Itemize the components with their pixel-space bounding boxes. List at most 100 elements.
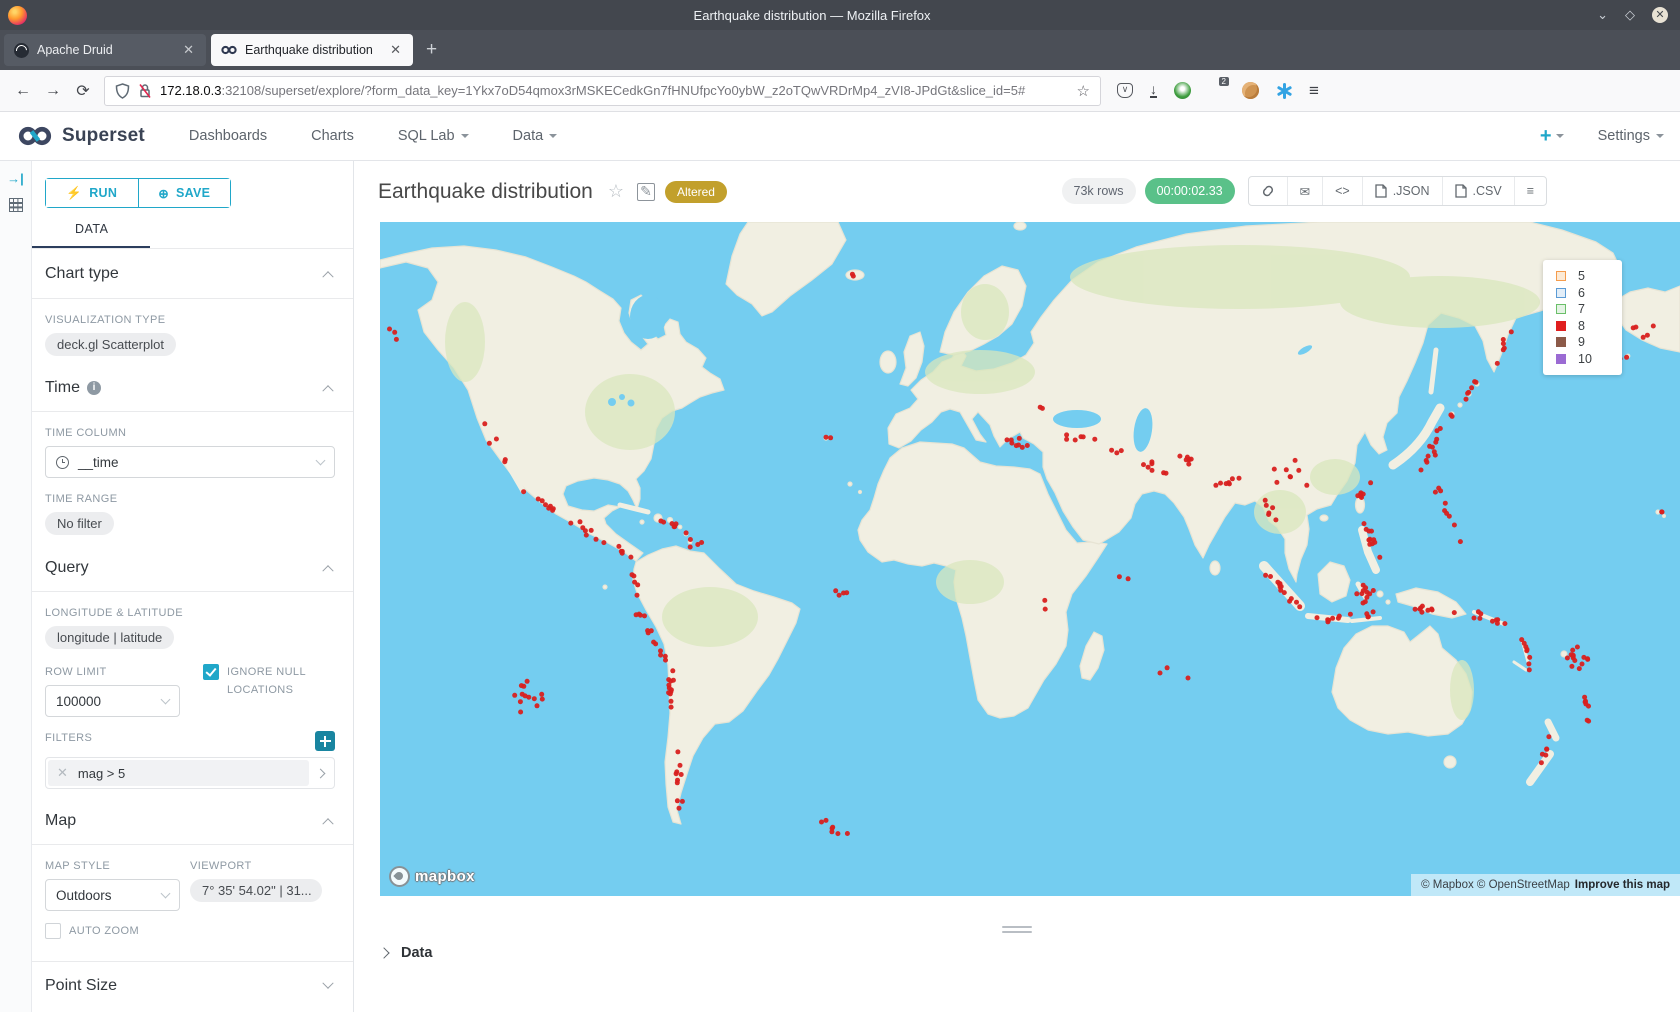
mapbox-icon bbox=[389, 866, 410, 887]
window-close-icon[interactable]: ✕ bbox=[1652, 7, 1668, 23]
nav-item-charts[interactable]: Charts bbox=[311, 128, 354, 144]
section-map[interactable]: Map bbox=[45, 812, 332, 830]
insecure-lock-icon[interactable] bbox=[138, 83, 152, 99]
section-chart-type[interactable]: Chart type bbox=[45, 265, 332, 283]
edit-properties-icon[interactable]: ✎ bbox=[637, 183, 655, 201]
section-point-size[interactable]: Point Size bbox=[45, 977, 332, 995]
file-icon bbox=[1375, 184, 1387, 198]
chevron-up-icon bbox=[322, 818, 333, 829]
mapbox-logo[interactable]: mapbox bbox=[389, 866, 475, 887]
chart-actions: ✉ <> .JSON .CSV ≡ bbox=[1248, 176, 1547, 206]
bookmark-star-icon[interactable]: ☆ bbox=[1077, 82, 1090, 100]
add-new-button[interactable]: + bbox=[1540, 125, 1564, 148]
legend-item[interactable]: 7 bbox=[1556, 301, 1622, 318]
export-csv-button[interactable]: .CSV bbox=[1442, 177, 1514, 205]
export-json-button[interactable]: .JSON bbox=[1362, 177, 1442, 205]
chevron-down-icon bbox=[1656, 134, 1664, 142]
lonlat-pill[interactable]: longitude | latitude bbox=[45, 626, 174, 649]
privacy-badger-icon[interactable] bbox=[1174, 82, 1191, 99]
filter-item[interactable]: ✕ mag > 5 bbox=[45, 757, 335, 789]
new-tab-button[interactable]: + bbox=[426, 39, 437, 61]
legend-item[interactable]: 8 bbox=[1556, 318, 1622, 335]
ublock-icon[interactable]: 2 bbox=[1208, 82, 1225, 99]
map-canvas bbox=[380, 222, 1680, 896]
chevron-down-icon bbox=[316, 456, 326, 466]
time-column-select[interactable]: __time bbox=[45, 446, 335, 478]
extension-star-icon[interactable] bbox=[1276, 83, 1292, 99]
legend-swatch-icon bbox=[1556, 354, 1566, 364]
time-range-pill[interactable]: No filter bbox=[45, 512, 114, 535]
superset-navbar: Superset Dashboards Charts SQL Lab Data … bbox=[0, 112, 1680, 161]
data-panel-toggle[interactable]: Data bbox=[380, 945, 1680, 961]
tab-data[interactable]: DATA bbox=[75, 222, 334, 236]
panel-resize-handle[interactable] bbox=[1002, 926, 1032, 933]
tab-close-icon[interactable]: ✕ bbox=[181, 42, 196, 58]
nav-item-dashboards[interactable]: Dashboards bbox=[189, 128, 267, 144]
legend-swatch-icon bbox=[1556, 271, 1566, 281]
tab-apache-druid[interactable]: Apache Druid ✕ bbox=[4, 34, 206, 66]
legend-item[interactable]: 10 bbox=[1556, 351, 1622, 368]
map-style-select[interactable]: Outdoors bbox=[45, 879, 180, 911]
chart-header: Earthquake distribution ☆ ✎ Altered 73k … bbox=[354, 161, 1680, 222]
viewport-pill[interactable]: 7° 35' 54.02" | 31... bbox=[190, 879, 322, 902]
plus-circle-icon: ⊕ bbox=[158, 186, 169, 201]
tab-close-icon[interactable]: ✕ bbox=[388, 42, 403, 58]
nav-item-sql-lab[interactable]: SQL Lab bbox=[398, 128, 469, 144]
map-attribution: © Mapbox © OpenStreetMap Improve this ma… bbox=[1411, 874, 1680, 896]
back-button[interactable]: ← bbox=[8, 82, 38, 100]
pocket-icon[interactable]: ∨ bbox=[1117, 83, 1133, 98]
chevron-down-icon bbox=[161, 695, 171, 705]
section-query[interactable]: Query bbox=[45, 559, 332, 577]
legend-item[interactable]: 5 bbox=[1556, 268, 1622, 285]
row-limit-select[interactable]: 100000 bbox=[45, 685, 180, 717]
collapse-panel-icon[interactable]: →| bbox=[7, 171, 24, 186]
legend-label: 5 bbox=[1578, 269, 1585, 283]
window-minimize-icon[interactable]: ⌄ bbox=[1597, 7, 1608, 23]
email-button[interactable]: ✉ bbox=[1287, 177, 1322, 205]
tracking-shield-icon[interactable] bbox=[115, 83, 130, 99]
bolt-icon: ⚡ bbox=[66, 186, 82, 201]
legend-label: 9 bbox=[1578, 335, 1585, 349]
firefox-logo-icon bbox=[8, 6, 27, 25]
section-time[interactable]: Timei bbox=[45, 379, 332, 397]
url-bar[interactable]: 172.18.0.3:32108/superset/explore/?form_… bbox=[104, 76, 1101, 106]
chevron-right-icon[interactable] bbox=[316, 768, 326, 778]
chevron-down-icon bbox=[322, 978, 333, 989]
ignore-null-checkbox[interactable] bbox=[203, 664, 219, 680]
favorite-star-icon[interactable]: ☆ bbox=[608, 181, 624, 202]
map-style-label: MAP STYLE bbox=[45, 860, 190, 872]
auto-zoom-checkbox[interactable] bbox=[45, 923, 61, 939]
remove-filter-icon[interactable]: ✕ bbox=[57, 765, 68, 781]
cookie-extension-icon[interactable] bbox=[1242, 82, 1259, 99]
chart-title: Earthquake distribution bbox=[378, 180, 593, 204]
legend-label: 6 bbox=[1578, 286, 1585, 300]
downloads-icon[interactable]: ↓ bbox=[1150, 83, 1157, 98]
run-button[interactable]: ⚡RUN bbox=[46, 179, 138, 207]
nav-item-data[interactable]: Data bbox=[513, 128, 558, 144]
window-maximize-icon[interactable]: ◇ bbox=[1625, 7, 1635, 23]
settings-menu[interactable]: Settings bbox=[1598, 128, 1664, 144]
row-limit-label: ROW LIMIT bbox=[45, 666, 203, 678]
embed-code-button[interactable]: <> bbox=[1322, 177, 1362, 205]
copy-link-button[interactable] bbox=[1249, 177, 1287, 205]
tab-earthquake-distribution[interactable]: Earthquake distribution ✕ bbox=[211, 34, 413, 66]
menu-icon[interactable]: ≡ bbox=[1309, 81, 1319, 101]
attribution-text[interactable]: © Mapbox © OpenStreetMap bbox=[1421, 879, 1570, 891]
more-options-icon[interactable]: ≡ bbox=[1514, 177, 1546, 205]
clock-icon bbox=[56, 456, 69, 469]
reload-button[interactable]: ⟳ bbox=[68, 81, 98, 101]
legend-item[interactable]: 9 bbox=[1556, 334, 1622, 351]
add-filter-button[interactable] bbox=[315, 731, 335, 751]
improve-map-link[interactable]: Improve this map bbox=[1575, 879, 1670, 891]
forward-button[interactable]: → bbox=[38, 82, 68, 100]
save-button[interactable]: ⊕SAVE bbox=[138, 179, 231, 207]
map-legend[interactable]: 5 6789 10 bbox=[1543, 260, 1622, 375]
world-map[interactable]: 5 6789 10 mapbox © Mapbox © OpenStreetMap … bbox=[380, 222, 1680, 896]
superset-favicon bbox=[221, 44, 237, 56]
superset-logo[interactable]: Superset bbox=[16, 124, 145, 148]
legend-item[interactable]: 6 bbox=[1556, 285, 1622, 302]
viz-type-pill[interactable]: deck.gl Scatterplot bbox=[45, 333, 176, 356]
time-range-label: TIME RANGE bbox=[45, 493, 334, 505]
left-icon-rail: →| bbox=[0, 161, 32, 1012]
dataset-grid-icon[interactable] bbox=[9, 198, 23, 212]
